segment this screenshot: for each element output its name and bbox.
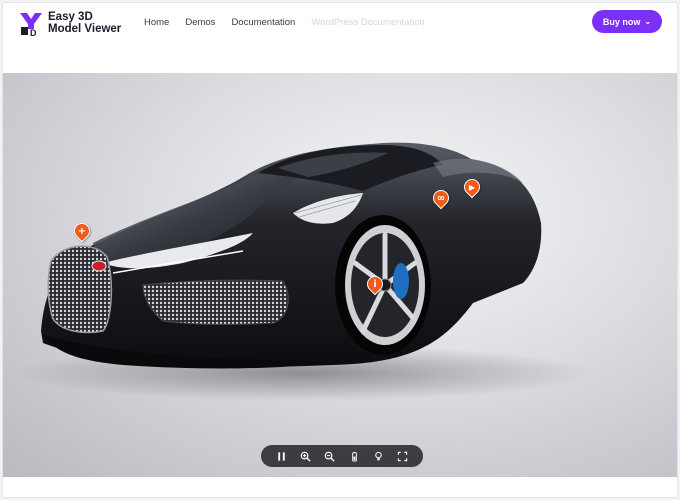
play-icon: ▶ [468, 182, 476, 192]
zoom-out-icon [325, 451, 335, 462]
hotspot-plus[interactable]: + [70, 219, 94, 243]
model-viewer[interactable]: + ∞ ▶ i [3, 73, 678, 477]
hotspot-play[interactable]: ▶ [460, 175, 484, 199]
viewer-toolbar [261, 445, 423, 467]
pause-icon [277, 451, 285, 461]
svg-text:D: D [30, 28, 37, 37]
zoom-in-button[interactable] [297, 448, 313, 464]
nav-home[interactable]: Home [144, 17, 169, 28]
fullscreen-button[interactable] [395, 448, 411, 464]
logo-icon[interactable]: D [19, 11, 45, 37]
zoom-out-button[interactable] [322, 448, 338, 464]
battery-button[interactable] [346, 448, 362, 464]
fullscreen-icon [398, 451, 408, 461]
info-icon: i [373, 278, 377, 290]
brand-line2: Model Viewer [48, 23, 122, 35]
hotspot-link[interactable]: ∞ [429, 186, 453, 210]
car-model[interactable] [3, 73, 678, 477]
pause-button[interactable] [273, 448, 289, 464]
nav-demos[interactable]: Demos [185, 17, 215, 28]
buy-now-label: Buy now [602, 16, 641, 27]
nav-documentation[interactable]: Documentation [231, 17, 295, 28]
chevron-down-icon: ⌄ [644, 17, 652, 26]
brand-line1: Easy 3D [48, 11, 93, 23]
link-icon: ∞ [436, 192, 446, 204]
buy-now-button[interactable]: Buy now ⌄ [592, 10, 662, 33]
plus-icon: + [77, 225, 87, 237]
zoom-in-icon [300, 451, 311, 462]
bulb-button[interactable] [370, 448, 386, 464]
battery-icon [351, 451, 357, 462]
main-nav: Home Demos Documentation WordPress Docum… [144, 17, 425, 28]
brand-name[interactable]: Easy 3D Model Viewer [48, 11, 121, 35]
nav-wordpress-documentation[interactable]: WordPress Documentation [311, 17, 424, 28]
page-frame: D Easy 3D Model Viewer Home Demos Docume… [2, 2, 678, 498]
site-header: D Easy 3D Model Viewer Home Demos Docume… [3, 3, 677, 73]
bulb-icon [375, 451, 382, 460]
hotspot-info[interactable]: i [363, 272, 387, 296]
